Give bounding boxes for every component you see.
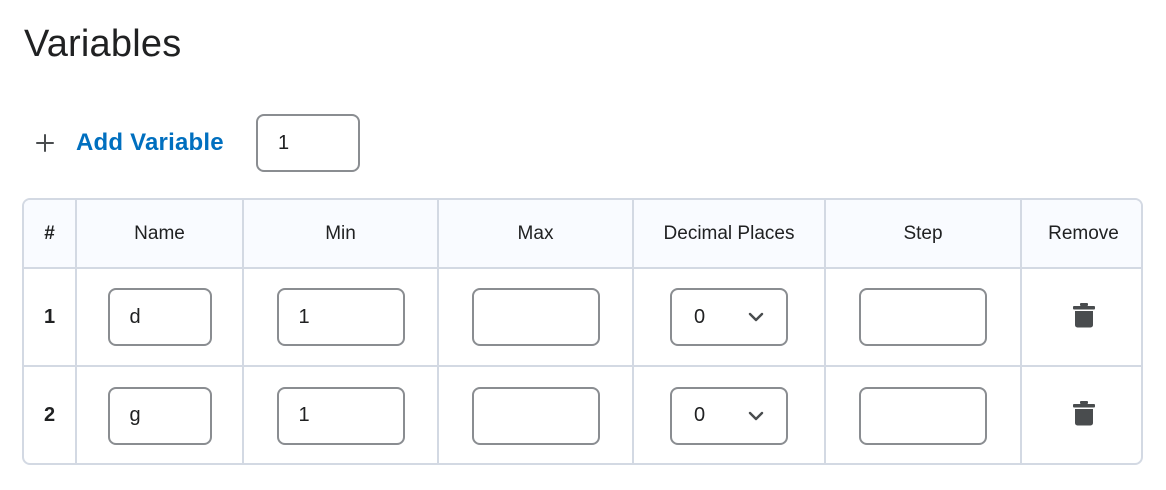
name-input[interactable] (107, 288, 212, 346)
row-number: 1 (24, 268, 77, 367)
column-header-remove: Remove (1021, 200, 1141, 269)
decimal-places-value: 0 (694, 404, 706, 426)
step-input[interactable] (859, 386, 987, 445)
column-header-name: Name (76, 200, 244, 269)
decimal-places-value: 0 (694, 305, 706, 328)
variables-table: # Name Min Max Decimal Places Step Remov… (22, 198, 1143, 465)
name-input[interactable] (107, 386, 212, 445)
decimal-places-select[interactable]: 0 (670, 386, 788, 445)
variable-count-input[interactable] (256, 114, 360, 172)
table-row: 1 0 (24, 268, 1141, 367)
min-input[interactable] (276, 288, 405, 346)
chevron-down-icon (748, 312, 764, 322)
trash-icon[interactable] (1072, 400, 1095, 426)
add-variable-control[interactable]: Add Variable (34, 114, 224, 172)
chevron-down-icon (748, 411, 764, 420)
column-header-number: # (24, 200, 77, 269)
max-input[interactable] (471, 288, 600, 346)
column-header-decimal-places: Decimal Places (633, 200, 826, 269)
step-input[interactable] (859, 288, 987, 346)
row-number: 2 (24, 366, 77, 463)
column-header-step: Step (825, 200, 1022, 269)
decimal-places-select[interactable]: 0 (670, 288, 788, 346)
column-header-min: Min (243, 200, 439, 269)
page-title: Variables (24, 23, 182, 65)
table-row: 2 0 (24, 366, 1141, 463)
table-header-row: # Name Min Max Decimal Places Step Remov… (24, 200, 1141, 269)
trash-icon[interactable] (1072, 302, 1095, 328)
min-input[interactable] (276, 386, 405, 445)
plus-icon[interactable] (34, 132, 56, 154)
max-input[interactable] (471, 386, 600, 445)
column-header-max: Max (438, 200, 634, 269)
add-variable-button[interactable]: Add Variable (76, 129, 224, 157)
